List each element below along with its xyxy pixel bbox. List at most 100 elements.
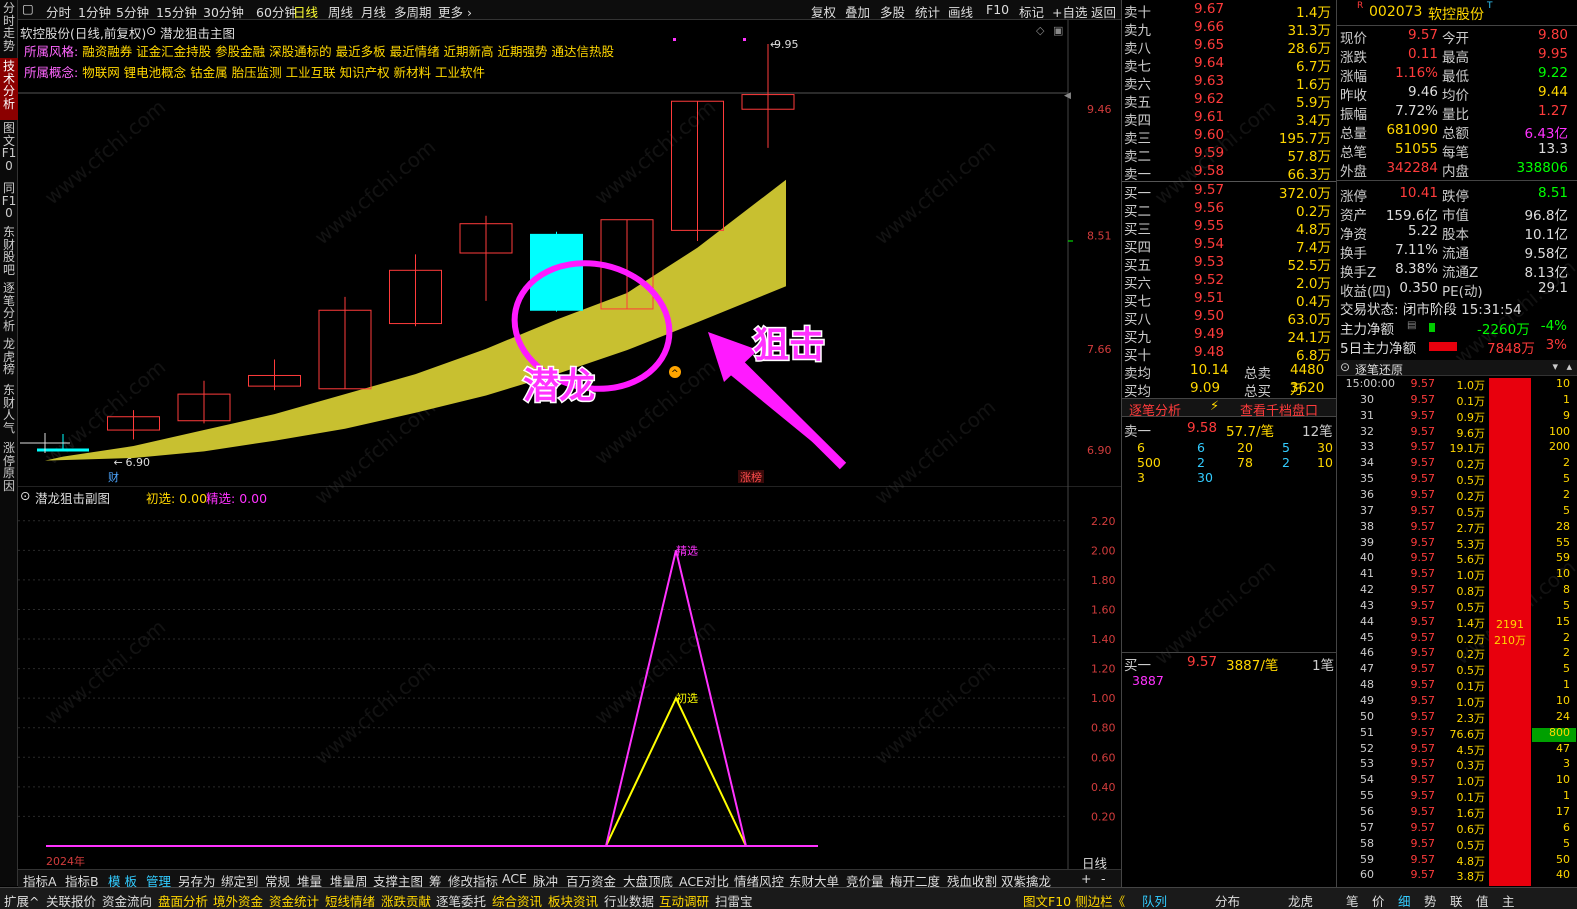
period-4[interactable]: 30分钟: [203, 2, 244, 21]
action-8[interactable]: 返回: [1091, 2, 1116, 21]
status-tab-19[interactable]: 价: [1372, 891, 1385, 909]
candle[interactable]: [177, 380, 231, 424]
status-tab-15[interactable]: 队列: [1142, 891, 1167, 909]
ask-row[interactable]: 卖二 9.59 57.8万: [1122, 145, 1337, 165]
period-9[interactable]: 多周期: [394, 2, 432, 21]
chuxuan-line[interactable]: [46, 695, 818, 847]
period-1[interactable]: 1分钟: [78, 2, 111, 21]
indicator-tab-24[interactable]: -: [1101, 871, 1106, 886]
status-tab-22[interactable]: 联: [1450, 891, 1463, 909]
candle[interactable]: [459, 215, 513, 301]
bid-row[interactable]: 买五 9.53 52.5万: [1122, 254, 1337, 274]
period-6[interactable]: 日线: [293, 2, 318, 21]
sub-indicator-plot[interactable]: 2.20 2.00 1.80 1.60 1.40 1.20 1.00 0.80 0.60 0.40…: [18, 486, 1121, 870]
status-tab-23[interactable]: 值: [1476, 891, 1489, 909]
left-tab-5[interactable]: 逐笔分析: [0, 280, 18, 336]
ask-row[interactable]: 卖九 9.66 31.3万: [1122, 19, 1337, 39]
ask-row[interactable]: 卖八 9.65 28.6万: [1122, 37, 1337, 57]
ask-row[interactable]: 卖十 9.67 1.4万: [1122, 1, 1337, 21]
dropdown-icon[interactable]: ▾: [1552, 360, 1558, 373]
candle[interactable]: [741, 43, 795, 148]
diamond-icon[interactable]: ◇: [1036, 24, 1045, 37]
bid-row[interactable]: 买一 9.57 372.0万: [1122, 182, 1337, 202]
action-7[interactable]: +自选: [1052, 2, 1087, 21]
indicator-tab-12[interactable]: ACE: [502, 871, 527, 886]
bid-row[interactable]: 买十 9.48 6.8万: [1122, 344, 1337, 364]
status-tab-12[interactable]: 互动调研: [659, 891, 709, 909]
status-tab-1[interactable]: 关联报价: [46, 891, 96, 909]
bid-row[interactable]: 买八 9.50 63.0万: [1122, 308, 1337, 328]
action-5[interactable]: F10: [986, 2, 1009, 17]
candle[interactable]: [671, 100, 724, 242]
status-tab-7[interactable]: 涨跌贡献: [381, 891, 431, 909]
jingxuan-line[interactable]: [46, 550, 818, 847]
status-tab-4[interactable]: 境外资金: [213, 891, 263, 909]
period-10[interactable]: 更多 ›: [438, 2, 472, 21]
finance-tag[interactable]: 财: [108, 470, 119, 484]
indicator-tab-23[interactable]: +: [1081, 871, 1091, 886]
left-tab-7[interactable]: 东财人气: [0, 382, 18, 440]
action-6[interactable]: 标记: [1019, 2, 1044, 21]
period-2[interactable]: 5分钟: [116, 2, 149, 21]
stock-code[interactable]: 002073: [1369, 4, 1422, 20]
scroll-up-icon[interactable]: ▴: [1566, 360, 1572, 373]
left-tab-4[interactable]: 东财股吧: [0, 224, 18, 280]
bid-row[interactable]: 买二 9.56 0.2万: [1122, 200, 1337, 220]
stock-name[interactable]: 软控股份: [1428, 4, 1484, 24]
left-tab-0[interactable]: 分时走势: [0, 0, 18, 58]
candle[interactable]: [389, 254, 442, 327]
period-7[interactable]: 周线: [328, 2, 353, 21]
period-5[interactable]: 60分钟: [256, 2, 297, 21]
left-tab-1[interactable]: 技术分析: [0, 58, 18, 120]
period-8[interactable]: 月线: [361, 2, 386, 21]
left-tab-2[interactable]: 图文F10: [0, 120, 18, 180]
status-tab-0[interactable]: 扩展^: [4, 891, 39, 909]
status-tab-17[interactable]: 龙虎: [1288, 891, 1313, 909]
layout-icon[interactable]: ▣: [1053, 24, 1063, 37]
action-3[interactable]: 统计: [915, 2, 940, 21]
status-tab-3[interactable]: 盘面分析: [158, 891, 208, 909]
collapse-icon[interactable]: ⊙: [1340, 360, 1350, 374]
status-tab-5[interactable]: 资金统计: [269, 891, 319, 909]
status-tab-20[interactable]: 细: [1398, 891, 1411, 909]
candlestick-plot[interactable]: 9.468.517.666.909.95←← 6.90潜龙狙击^涨榜财◇ ▣◀: [18, 20, 1121, 486]
status-tab-9[interactable]: 综合资讯: [492, 891, 542, 909]
status-tab-18[interactable]: 笔: [1346, 891, 1359, 909]
status-tab-24[interactable]: 主: [1502, 891, 1515, 909]
status-tab-13[interactable]: 扫雷宝: [715, 891, 753, 909]
status-tab-8[interactable]: 逐笔委托: [436, 891, 486, 909]
candle[interactable]: [248, 359, 301, 391]
bid-row[interactable]: 买三 9.55 4.8万: [1122, 218, 1337, 238]
ask-row[interactable]: 卖一 9.58 66.3万: [1122, 163, 1337, 183]
status-tab-11[interactable]: 行业数据: [604, 891, 654, 909]
window-icon[interactable]: ▢: [22, 1, 34, 16]
left-tab-3[interactable]: 同F10: [0, 180, 18, 224]
status-tab-2[interactable]: 资金流向: [102, 891, 152, 909]
period-3[interactable]: 15分钟: [156, 2, 197, 21]
bid-row[interactable]: 买七 9.51 0.4万: [1122, 290, 1337, 310]
status-tab-14[interactable]: 图文F10 侧边栏《: [1023, 891, 1125, 909]
tab-tick-analysis[interactable]: 逐笔分析: [1129, 400, 1181, 419]
bid-row[interactable]: 买四 9.54 7.4万: [1122, 236, 1337, 256]
status-tab-16[interactable]: 分布: [1215, 891, 1240, 909]
candle[interactable]: [530, 231, 583, 312]
action-2[interactable]: 多股: [880, 2, 905, 21]
ask-row[interactable]: 卖五 9.62 5.9万: [1122, 91, 1337, 111]
bid-row[interactable]: 买六 9.52 2.0万: [1122, 272, 1337, 292]
tab-depth-book[interactable]: 查看千档盘口: [1240, 400, 1318, 419]
left-tab-8[interactable]: 涨停原因: [0, 440, 18, 492]
status-tab-10[interactable]: 板块资讯: [548, 891, 598, 909]
action-0[interactable]: 复权: [811, 2, 836, 21]
candle[interactable]: [107, 410, 160, 440]
left-tab-6[interactable]: 龙虎榜: [0, 336, 18, 382]
rank-tag[interactable]: 涨榜: [740, 470, 762, 484]
status-tab-6[interactable]: 短线情绪: [325, 891, 375, 909]
candle[interactable]: [318, 296, 372, 390]
action-1[interactable]: 叠加: [845, 2, 870, 21]
ask-row[interactable]: 卖四 9.61 3.4万: [1122, 109, 1337, 129]
ask-row[interactable]: 卖六 9.63 1.6万: [1122, 73, 1337, 93]
period-0[interactable]: 分时: [46, 2, 71, 21]
bid-row[interactable]: 买九 9.49 24.1万: [1122, 326, 1337, 346]
ask-row[interactable]: 卖三 9.60 195.7万: [1122, 127, 1337, 147]
status-tab-21[interactable]: 势: [1424, 891, 1437, 909]
